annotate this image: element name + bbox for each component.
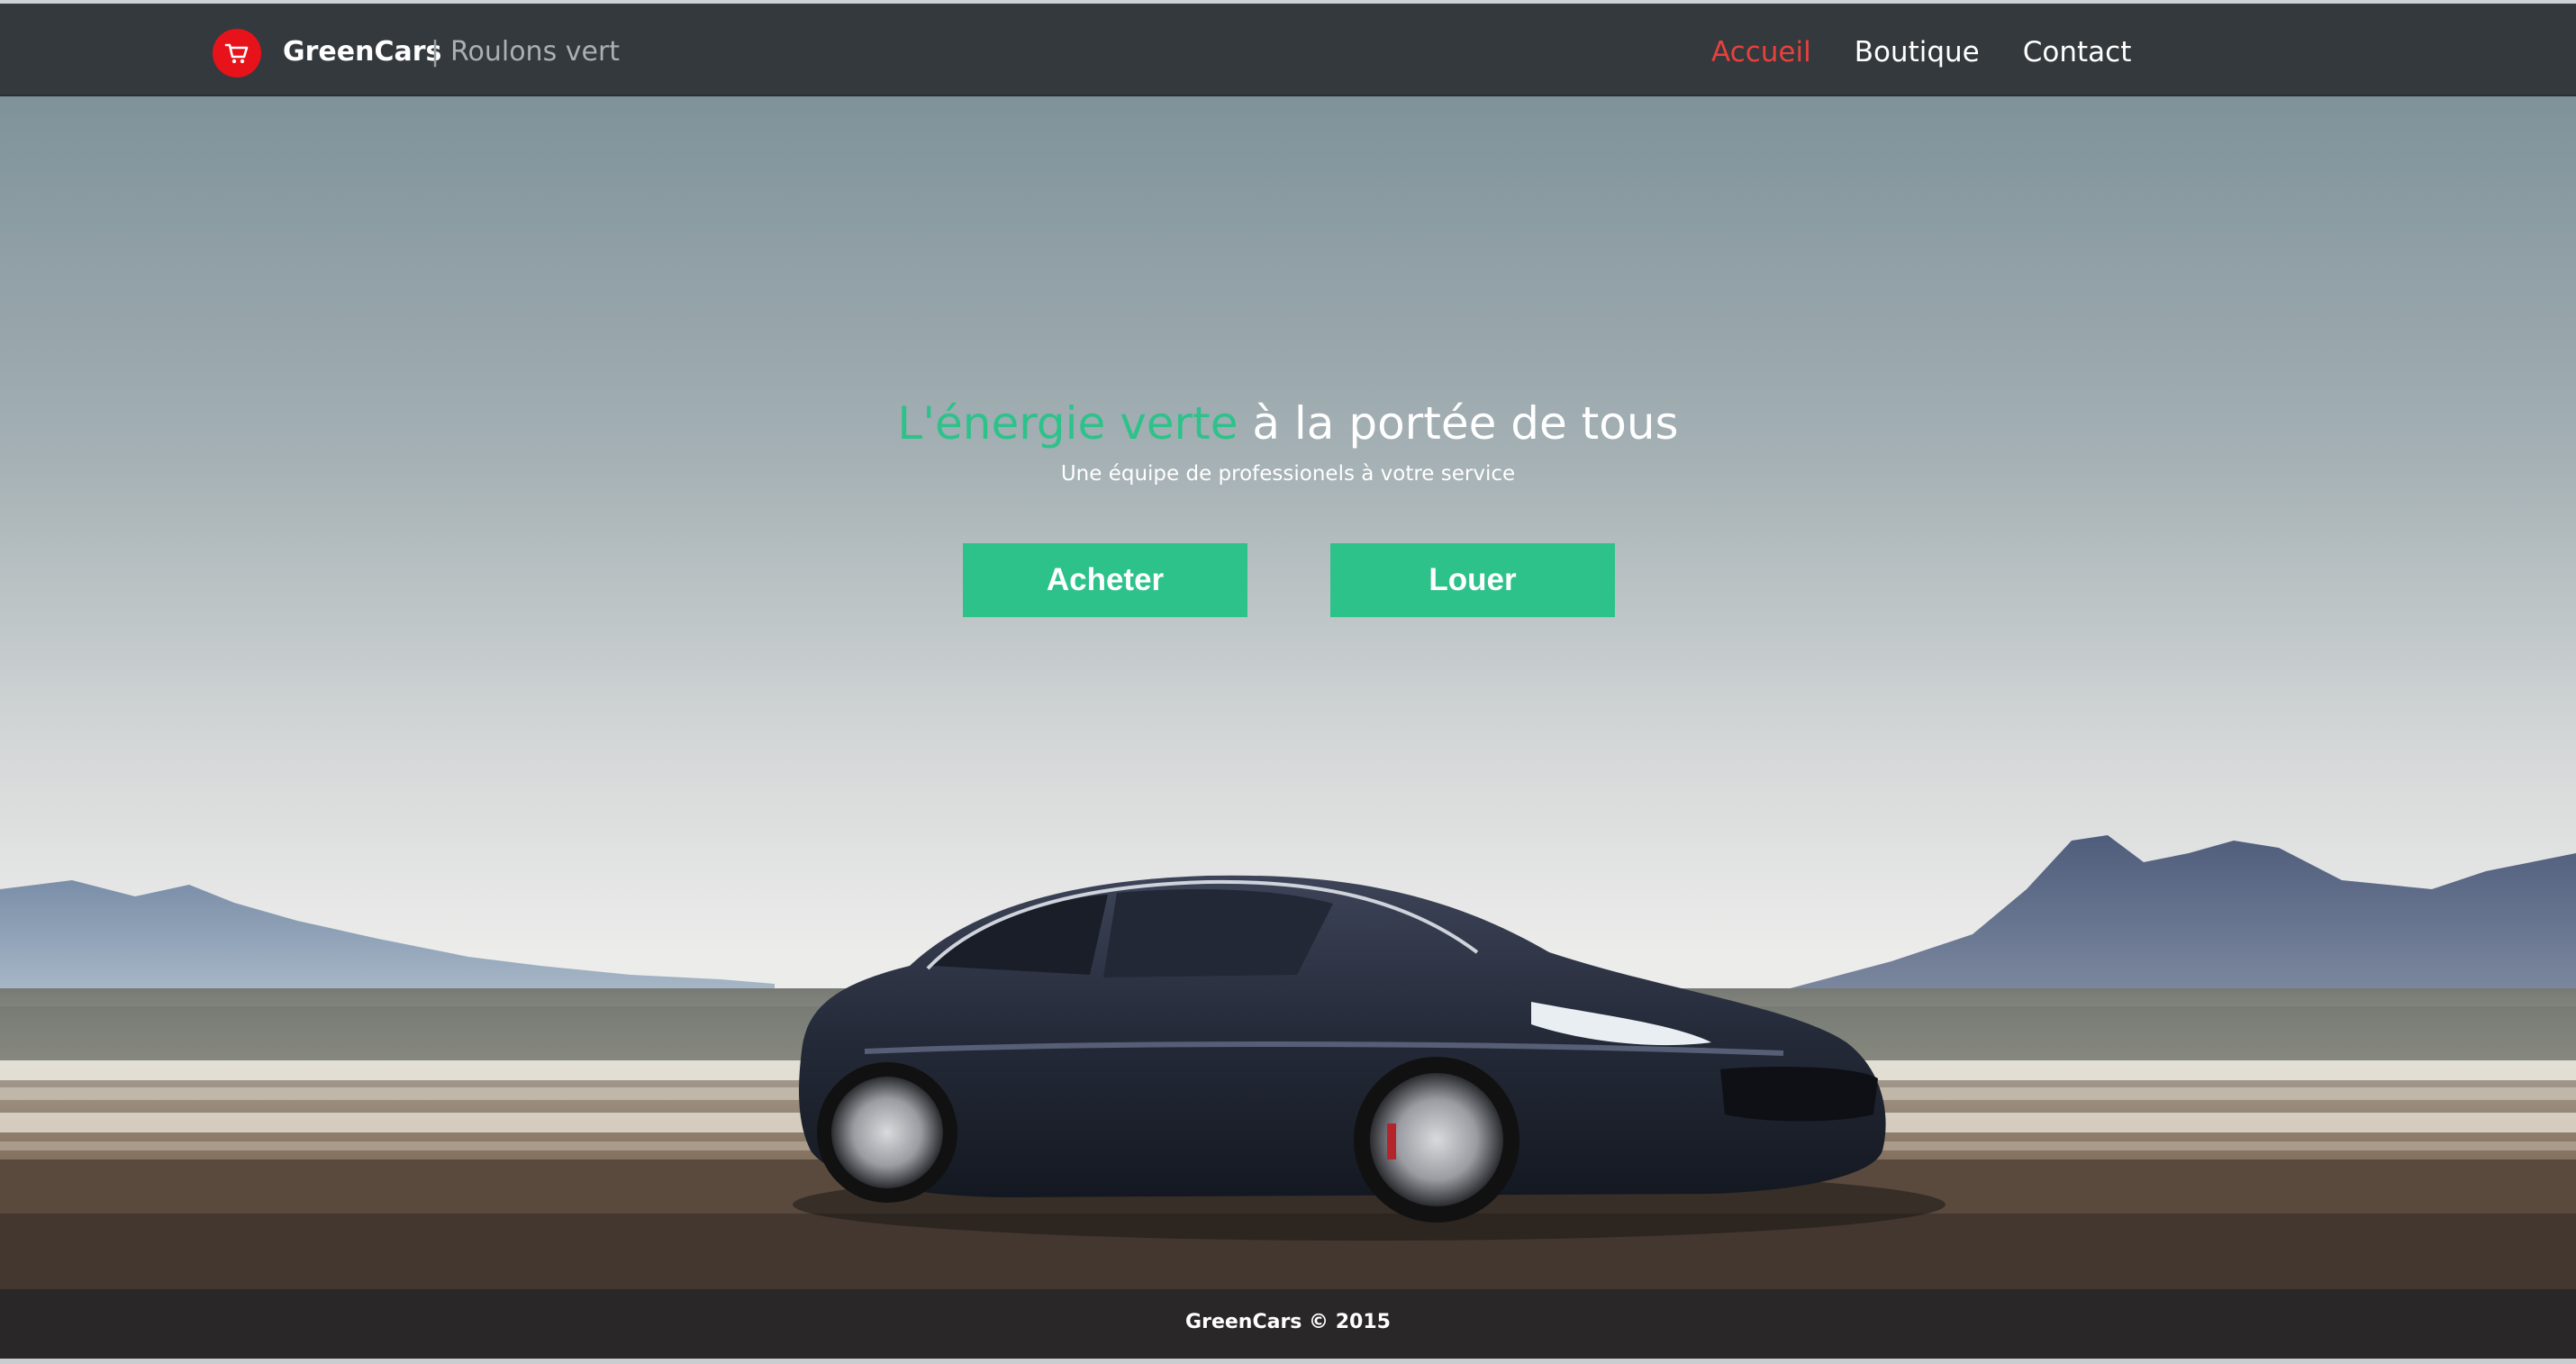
brand-tagline: Roulons vert [450,36,621,68]
buy-button[interactable]: Acheter [963,543,1247,617]
shopping-cart-icon[interactable] [213,29,261,77]
hero-subtitle: Une équipe de professionels à votre serv… [1060,462,1516,486]
nav-link-contact[interactable]: Contact [2023,34,2132,70]
page: GreenCars | Roulons vert Accueil Boutiqu… [0,0,2576,1364]
footer: GreenCars © 2015 [0,1289,2576,1359]
brand-name[interactable]: GreenCars [283,34,441,70]
nav-link-accueil[interactable]: Accueil [1711,34,1811,70]
hero-car-image [0,96,2576,1289]
navbar: GreenCars | Roulons vert Accueil Boutiqu… [0,4,2576,96]
nav-menu: Accueil Boutique Contact [1711,34,2131,70]
browser-bottom-edge [0,1359,2576,1364]
hero-title-rest: à la portée de tous [1238,397,1679,450]
footer-copyright: GreenCars © 2015 [1185,1311,1391,1333]
nav-link-boutique[interactable]: Boutique [1855,34,1980,70]
hero-section: Une équipe de professionels à votre serv… [0,96,2576,1289]
rent-button[interactable]: Louer [1330,543,1615,617]
brand-separator: | [431,36,440,68]
hero-title: L'énergie verte à la portée de tous [0,394,2576,453]
hero-title-accent: L'énergie verte [897,397,1238,450]
